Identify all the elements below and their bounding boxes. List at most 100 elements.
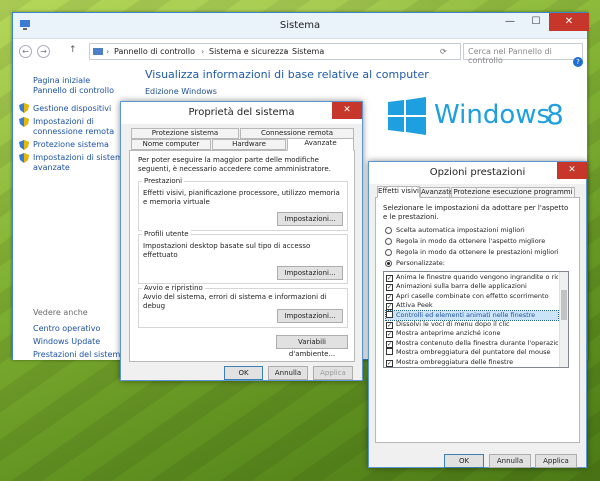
tab-advanced[interactable]: Avanzate [287,138,354,151]
effect-label: Animazioni sulla barra delle applicazion… [396,282,527,291]
effect-checkbox[interactable]: ✓ [386,275,393,282]
effect-checkbox[interactable]: ✓ [386,359,393,367]
effect-item[interactable]: ✓ Mostra contenuto della finestra durante… [386,339,558,348]
option-radio[interactable] [385,227,392,234]
system-properties-dialog: Proprietà del sistema ✕ Protezione siste… [120,101,363,381]
minimize-button[interactable]: — [497,13,523,31]
address-input[interactable]: › Pannello di controllo › Sistema e sicu… [89,43,461,60]
breadcrumb-security[interactable]: Sistema e sicurezza [209,47,288,56]
admin-notice: Per poter eseguire la maggior parte dell… [138,156,331,173]
apply-button[interactable]: Applica [313,366,353,380]
effect-checkbox[interactable] [386,348,393,356]
effect-checkbox[interactable]: ✓ [386,340,393,348]
effect-item[interactable]: ✓ Apri caselle combinate con effetto scor… [386,292,558,301]
user-profiles-group: Profili utente Impostazioni desktop basa… [138,230,348,284]
shield-icon [19,103,29,113]
up-arrow-icon[interactable]: ↑ [69,45,77,55]
effect-label: Attiva Peek [396,301,433,310]
link-performance[interactable]: Prestazioni del sistema [33,350,125,360]
windows-logo-text: Windows [434,100,551,130]
effect-item[interactable]: ✓ Mostra ombreggiatura delle finestre [386,358,558,367]
effect-checkbox[interactable]: ✓ [386,284,393,292]
perf-ok-button[interactable]: OK [444,454,484,468]
breadcrumb-system[interactable]: Sistema [292,47,324,56]
refresh-icon[interactable]: ⟳ [440,47,447,56]
shield-icon [19,117,29,127]
edition-heading: Edizione Windows [145,87,217,96]
effect-item[interactable]: Controlli ed elementi animati nelle fine… [385,309,559,321]
user-profiles-desc: Impostazioni desktop basate sul tipo di … [143,242,311,259]
performance-desc: Effetti visivi, pianificazione processor… [143,189,340,206]
effect-checkbox[interactable]: ✓ [386,293,393,301]
option-label[interactable]: Personalizzate: [396,259,445,268]
effects-scrollbar[interactable] [559,272,568,367]
option-radio[interactable] [385,238,392,245]
effect-label: Dissolvi le voci di menu dopo il clic [396,320,510,328]
effect-label: Mostra ombreggiatura delle finestre [396,357,514,366]
option-label[interactable]: Regola in modo da ottenere le prestazion… [396,248,559,257]
sidebar-item-device-manager[interactable]: Gestione dispositivi [33,104,128,114]
effect-item[interactable]: ✓ Attiva Peek [386,301,558,311]
windows-logo: Windows 8 [388,94,568,144]
perf-intro: Selezionare le impostazioni da adottare … [383,204,569,221]
control-panel-icon [93,48,103,55]
effect-checkbox[interactable] [386,310,393,318]
effect-item[interactable]: ✓ Anima le finestre quando vengono ingran… [386,273,558,282]
sidebar-home-link[interactable]: Pagina iniziale Pannello di controllo [33,76,125,96]
link-windows-update[interactable]: Windows Update [33,337,100,347]
sidebar-item-advanced[interactable]: Impostazioni di sistema avanzate [33,153,128,173]
sidebar-item-remote[interactable]: Impostazioni di connessione remota [33,117,128,137]
search-input[interactable]: Cerca nel Pannello di controllo [463,43,583,65]
dialog-close-button[interactable]: ✕ [332,102,362,119]
option-radio[interactable] [385,260,392,267]
scroll-thumb[interactable] [561,290,567,320]
ok-button[interactable]: OK [224,366,263,380]
cancel-button[interactable]: Annulla [268,366,308,380]
perf-title: Opzioni prestazioni [429,167,526,178]
effect-item[interactable]: Mostra ombreggiatura del puntatore del m… [386,348,558,357]
tab-computer-name[interactable]: Nome computer [131,139,211,150]
effect-item[interactable]: ✓ Animazioni sulla barra delle applicazio… [386,282,558,292]
effect-label: Mostra ombreggiatura del puntatore del m… [396,348,551,357]
effect-checkbox[interactable]: ✓ [386,303,393,311]
tab-system-protection[interactable]: Protezione sistema [131,128,239,139]
startup-title: Avvio e ripristino [142,284,205,292]
option-radio[interactable] [385,249,392,256]
forward-arrow-icon[interactable]: → [37,45,50,58]
close-button[interactable]: ✕ [549,13,589,31]
perf-cancel-button[interactable]: Annulla [489,454,531,468]
maximize-button[interactable]: ☐ [523,13,549,31]
performance-options-dialog: Opzioni prestazioni ✕ Effetti visivi Ava… [368,161,587,468]
effect-label: Anima le finestre quando vengono ingrand… [396,273,558,281]
perf-title-bar[interactable]: Opzioni prestazioni ✕ [369,162,587,184]
effect-checkbox[interactable]: ✓ [386,322,393,329]
shield-icon [19,153,29,163]
tab-visual-effects[interactable]: Effetti visivi [377,186,420,198]
address-bar: ← → ↑ › Pannello di controllo › Sistema … [13,39,587,65]
user-profiles-settings-button[interactable]: Impostazioni... [277,266,343,280]
effect-item[interactable]: ✓ Dissolvi le voci di menu dopo il clic [386,320,558,329]
option-label[interactable]: Scelta automatica impostazioni migliori [396,226,525,235]
option-label[interactable]: Regola in modo da ottenere l'aspetto mig… [396,237,545,246]
advanced-panel: Per poter eseguire la maggior parte dell… [129,150,355,362]
title-bar[interactable]: Sistema — ☐ ✕ [13,13,589,39]
help-icon[interactable]: ? [573,57,583,67]
performance-settings-button[interactable]: Impostazioni... [277,212,343,226]
perf-apply-button[interactable]: Applica [535,454,577,468]
sidebar-item-system-protection[interactable]: Protezione sistema [33,140,128,150]
back-arrow-icon[interactable]: ← [19,45,32,58]
effect-item[interactable]: ✓ Mostra anteprime anziché icone [386,329,558,339]
environment-variables-button[interactable]: Variabili d'ambiente... [276,335,348,358]
effect-checkbox[interactable]: ✓ [386,331,393,339]
startup-settings-button[interactable]: Impostazioni... [277,309,343,323]
tab-hardware[interactable]: Hardware [212,139,286,150]
effect-label: Mostra anteprime anziché icone [396,329,501,338]
effects-list: ✓ Anima le finestre quando vengono ingran… [383,271,569,368]
performance-title: Prestazioni [142,177,185,185]
link-action-center[interactable]: Centro operativo [33,324,100,334]
breadcrumb-control-panel[interactable]: Pannello di controllo [114,47,195,56]
see-also-heading: Vedere anche [33,308,88,317]
page-title: Visualizza informazioni di base relative… [145,68,429,81]
perf-close-button[interactable]: ✕ [557,162,587,179]
dialog-title-bar[interactable]: Proprietà del sistema ✕ [121,102,362,124]
